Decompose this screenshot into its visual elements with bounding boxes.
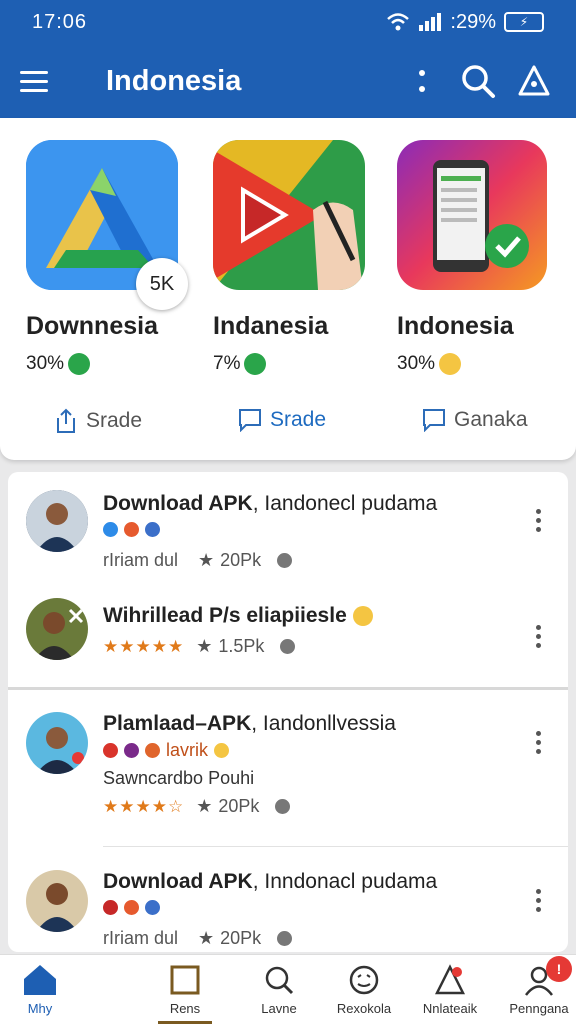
item-tags: lavrik — [103, 740, 230, 761]
featured-app-stat: 30% — [397, 353, 567, 375]
chip-icon — [103, 522, 118, 537]
home-icon — [22, 963, 58, 997]
avatar — [26, 712, 88, 774]
comment-icon — [423, 409, 445, 432]
featured-app-stat: 30% — [26, 353, 196, 375]
item-chips — [103, 900, 160, 915]
chip-icon — [124, 522, 139, 537]
bottom-navigation: Mhy Rens Lavne Rexokola Nnlateaik Pennga… — [0, 954, 576, 1024]
more-options-button[interactable] — [526, 724, 550, 760]
comment-icon — [239, 409, 261, 432]
featured-app-3[interactable]: Indonesia 30% — [397, 140, 567, 375]
more-options-button[interactable] — [526, 618, 550, 654]
item-subtitle: Sawncardbo Pouhi — [103, 768, 255, 788]
chip-icon — [145, 900, 160, 915]
puzzle-icon — [244, 353, 267, 375]
item-title: Plamlaad–APK, Iandonllvessia — [103, 712, 396, 735]
avatar — [26, 490, 88, 552]
nav-rexokola[interactable]: Rexokola — [319, 963, 409, 1016]
share-button-3[interactable]: Ganaka — [422, 408, 528, 432]
people-icon — [277, 553, 293, 568]
chip-icon — [103, 743, 118, 758]
featured-app-2[interactable]: Indanesia 7% — [213, 140, 383, 375]
share-button-2[interactable]: Srade — [238, 408, 326, 432]
star-icon: ★ — [198, 550, 215, 570]
item-meta: ★★★★☆ ★ 20Pk — [103, 796, 291, 817]
item-title: Download APK, Iandonecl pudama — [103, 492, 438, 515]
star-icon: ★ — [196, 636, 213, 656]
star-icon: ★ — [198, 928, 215, 948]
chip-icon — [103, 900, 118, 915]
featured-app-name: Downnesia — [26, 312, 158, 340]
search-icon[interactable] — [456, 59, 500, 103]
emoji-icon — [352, 606, 373, 627]
divider — [8, 687, 568, 690]
more-options-button[interactable] — [526, 502, 550, 538]
nav-rens[interactable]: Rens — [140, 963, 230, 1016]
divider — [103, 846, 568, 847]
page-title: Indonesia — [106, 64, 242, 97]
nav-search[interactable]: Lavne — [234, 963, 324, 1016]
nav-home[interactable]: Mhy — [0, 963, 85, 1016]
item-meta: rIriam dul ★ 20Pk — [103, 550, 293, 571]
notification-bell-icon[interactable] — [512, 59, 556, 103]
item-meta: ★★★★★ ★ 1.5Pk — [103, 636, 296, 657]
video-app-icon[interactable] — [213, 140, 365, 290]
wifi-icon — [387, 13, 410, 31]
more-options-icon[interactable] — [400, 59, 444, 103]
battery-percent: :29% — [450, 10, 496, 33]
rating-stars: ★★★★★ — [103, 636, 185, 656]
item-title: Wihrillead P/s eliapiiesle — [103, 604, 373, 628]
item-chips — [103, 522, 160, 537]
nav-nnlateaik[interactable]: Nnlateaik — [405, 963, 495, 1016]
smiley-icon — [346, 963, 382, 997]
featured-app-1[interactable]: Downnesia 30% — [26, 140, 196, 375]
people-icon — [277, 931, 293, 946]
phone-app-icon[interactable] — [397, 140, 547, 290]
share-icon — [57, 408, 75, 433]
search-icon — [261, 963, 297, 997]
puzzle-icon — [68, 353, 91, 375]
notification-badge: ! — [546, 956, 572, 982]
more-options-button[interactable] — [526, 882, 550, 918]
people-icon — [275, 799, 291, 814]
status-bar: 17:06 :29% ⚡ — [0, 0, 576, 44]
chip-icon — [145, 743, 160, 758]
status-time: 17:06 — [32, 10, 88, 33]
toolbar: Indonesia — [0, 44, 576, 118]
emoji-icon — [439, 353, 462, 375]
chip-icon — [145, 522, 160, 537]
item-meta: rIriam dul ★ 20Pk — [103, 928, 293, 949]
menu-icon[interactable] — [20, 61, 60, 101]
status-icons: :29% ⚡ — [386, 11, 544, 34]
battery-icon: ⚡ — [504, 12, 544, 32]
item-title: Download APK, Inndonacl pudama — [103, 870, 438, 893]
avatar — [26, 870, 88, 932]
chip-icon — [124, 900, 139, 915]
app-list: Download APK, Iandonecl pudama rIriam du… — [8, 472, 568, 952]
featured-app-name: Indonesia — [397, 312, 514, 340]
square-icon — [167, 963, 203, 997]
avatar — [26, 598, 88, 660]
rating-stars: ★★★★☆ — [103, 796, 185, 816]
star-icon: ★ — [196, 796, 213, 816]
signal-icon — [419, 13, 442, 31]
featured-apps-card: Downnesia 30% 5K Indanesia 7% Indonesia … — [0, 118, 576, 460]
emoji-icon — [214, 743, 230, 758]
app-bar: 17:06 :29% ⚡ Indonesia — [0, 0, 576, 118]
people-icon — [280, 639, 296, 654]
share-button-1[interactable]: Srade — [54, 408, 142, 434]
downloads-badge: 5K — [136, 258, 188, 310]
bell-alert-icon — [432, 963, 468, 997]
featured-app-name: Indanesia — [213, 312, 329, 340]
chip-icon — [124, 743, 139, 758]
featured-app-stat: 7% — [213, 353, 383, 375]
